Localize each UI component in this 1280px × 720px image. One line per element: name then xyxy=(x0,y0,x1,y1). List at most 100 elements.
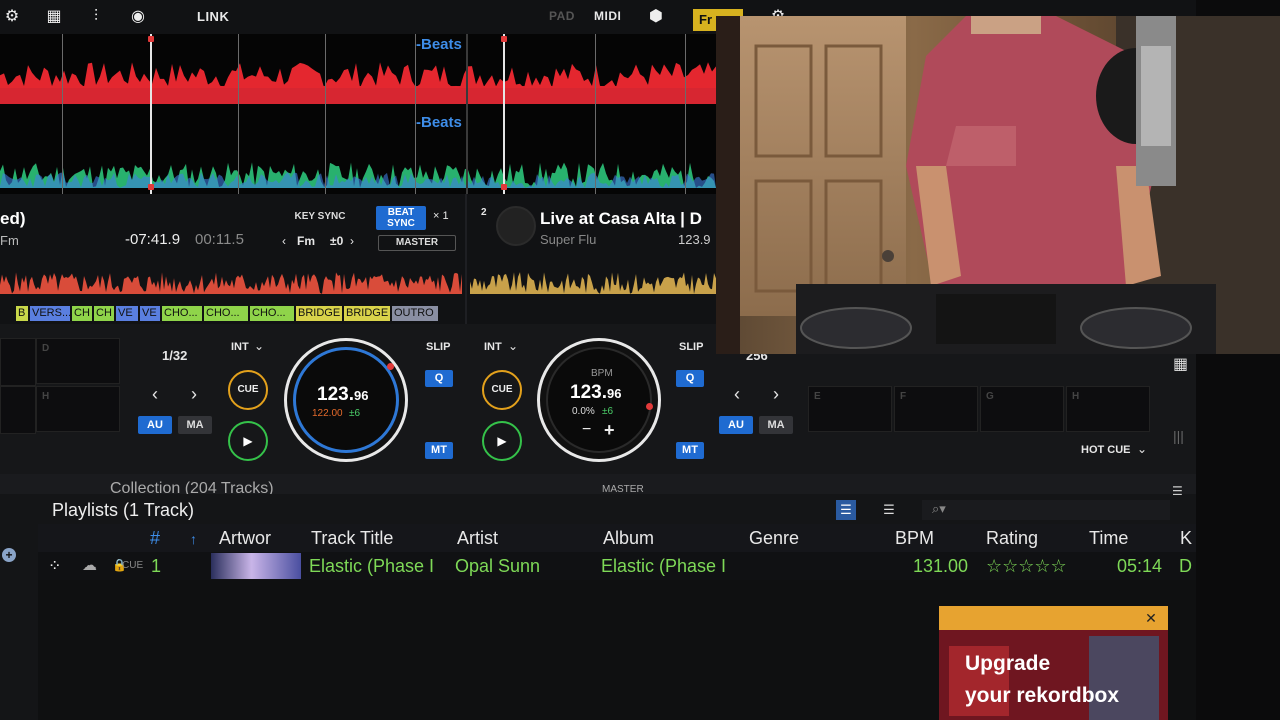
hot-cue-pad-f[interactable]: F xyxy=(894,386,978,432)
waveform-area[interactable]: -Beats -Beats xyxy=(0,34,716,194)
deck1-key: Fm xyxy=(297,234,315,248)
deck1-auto-button[interactable]: AU xyxy=(138,416,172,434)
deck2-cue-button[interactable]: CUE xyxy=(482,370,522,410)
deck2-slip-button[interactable]: SLIP xyxy=(679,341,703,353)
key-prev-button[interactable]: ‹ xyxy=(282,234,286,248)
deck2-number: 2 xyxy=(481,207,487,218)
column-genre[interactable]: Genre xyxy=(749,528,799,549)
mixer-icon[interactable]: ⫶ xyxy=(86,8,106,26)
column-bpm[interactable]: BPM xyxy=(895,528,934,549)
tempo-plus-button[interactable]: + xyxy=(604,420,615,441)
deck2-mt-button[interactable]: MT xyxy=(676,442,704,459)
deck1-key-text: Fm xyxy=(0,233,19,248)
link-button[interactable]: LINK xyxy=(197,9,229,24)
master-button[interactable]: MASTER xyxy=(378,235,456,251)
cue-segment[interactable]: B xyxy=(16,306,28,321)
chevron-down-icon[interactable]: ⌄ xyxy=(508,339,518,353)
jump-forward-button[interactable]: › xyxy=(191,384,197,405)
deck2-jog-wheel[interactable]: BPM 123.96 0.0% ±6 − + xyxy=(537,338,661,462)
cue-segment[interactable]: BRIDGE xyxy=(296,306,342,321)
cue-segment[interactable]: CH xyxy=(94,306,114,321)
deck2-waveform[interactable]: -Beats xyxy=(0,110,716,194)
deck2-bpm-label: BPM xyxy=(591,368,613,379)
master-tab[interactable]: MASTER xyxy=(602,484,644,494)
deck2-master-tempo-button[interactable]: MA xyxy=(759,416,793,434)
cue-segment[interactable]: VERS... xyxy=(30,306,70,321)
deck1-quantize-button[interactable]: Q xyxy=(425,370,453,387)
cue-segment[interactable]: VE xyxy=(140,306,160,321)
deck1-play-button[interactable]: ▶ xyxy=(228,421,268,461)
column-key[interactable]: K xyxy=(1180,528,1192,549)
hot-cue-pad-h[interactable]: H xyxy=(1066,386,1150,432)
cue-segment[interactable]: BRIDGE xyxy=(344,306,390,321)
cue-segment[interactable]: CHO... xyxy=(204,306,248,321)
deck1-slip-button[interactable]: SLIP xyxy=(426,341,450,353)
track-album: Elastic (Phase I xyxy=(601,556,727,576)
column-number[interactable]: # xyxy=(150,528,160,549)
column-track-title[interactable]: Track Title xyxy=(311,528,393,549)
deck1-int-select[interactable]: INT xyxy=(231,341,249,353)
beat-sync-button[interactable]: BEAT SYNC xyxy=(376,206,426,230)
cue-segment[interactable]: CHO... xyxy=(162,306,202,321)
deck1-cue-button[interactable]: CUE xyxy=(228,370,268,410)
deck1-beat-jump[interactable]: 1/32 xyxy=(162,348,187,363)
deck2-int-select[interactable]: INT xyxy=(484,341,502,353)
deck1-mt-button[interactable]: MT xyxy=(425,442,453,459)
track-title: Elastic (Phase I xyxy=(309,556,435,576)
list-view-icon[interactable]: ☰ xyxy=(879,500,899,520)
playlist-title: Playlists (1 Track) xyxy=(52,500,195,520)
add-icon[interactable]: + xyxy=(2,548,16,562)
grid-icon[interactable]: ▦ xyxy=(44,8,64,26)
column-artwork[interactable]: Artwor xyxy=(219,528,271,549)
track-rating[interactable]: ☆☆☆☆☆ xyxy=(986,556,1067,577)
hot-cue-mode-select[interactable]: HOT CUE xyxy=(1081,444,1131,456)
deck2-play-button[interactable]: ▶ xyxy=(482,421,522,461)
jump-forward-button[interactable]: › xyxy=(773,384,779,405)
hot-cue-pad-h[interactable]: H xyxy=(36,386,120,432)
hot-cue-pad[interactable] xyxy=(0,386,36,434)
chevron-down-icon[interactable]: ⌄ xyxy=(254,339,264,353)
collection-tab[interactable]: Collection (204 Tracks) xyxy=(110,480,274,494)
jump-back-button[interactable]: ‹ xyxy=(734,384,740,405)
cue-segment[interactable]: CHO... xyxy=(250,306,294,321)
sync-multiplier[interactable]: × 1 xyxy=(433,210,449,222)
column-album[interactable]: Album xyxy=(603,528,654,549)
close-icon[interactable]: ✕ xyxy=(1143,610,1159,626)
deck1-key-offset: ±0 xyxy=(330,234,344,248)
cue-segment[interactable]: VE xyxy=(116,306,138,321)
detail-view-icon[interactable]: ☰ xyxy=(836,500,856,520)
cue-segment[interactable]: CH xyxy=(72,306,92,321)
hot-cue-pad-d[interactable]: D xyxy=(36,338,120,384)
deck2-overview-waveform[interactable] xyxy=(470,264,716,294)
hot-cue-pad-e[interactable]: E xyxy=(808,386,892,432)
menu-icon[interactable]: ⚙ xyxy=(2,8,22,26)
upgrade-ad-popup[interactable]: ✕ Upgrade your rekordbox xyxy=(939,606,1168,720)
deck1-jog-wheel[interactable]: 123.96 122.00 ±6 xyxy=(284,338,408,462)
midi-button[interactable]: MIDI xyxy=(594,9,621,23)
deck2-auto-button[interactable]: AU xyxy=(719,416,753,434)
key-next-button[interactable]: › xyxy=(350,234,354,248)
deck1-master-tempo-button[interactable]: MA xyxy=(178,416,212,434)
list-view-icon[interactable]: ☰ xyxy=(1172,484,1183,498)
column-time[interactable]: Time xyxy=(1089,528,1128,549)
sort-asc-icon[interactable]: ↑ xyxy=(190,531,197,547)
deck2-quantize-button[interactable]: Q xyxy=(676,370,704,387)
chevron-down-icon[interactable]: ⌄ xyxy=(1137,442,1147,456)
record-icon[interactable]: ◉ xyxy=(128,8,148,26)
cue-segment[interactable]: OUTRO xyxy=(392,306,438,321)
pad-grid-icon[interactable]: ▦ xyxy=(1173,354,1188,374)
column-artist[interactable]: Artist xyxy=(457,528,498,549)
deck2-pitch: 0.0% xyxy=(572,406,595,417)
deck1-overview-waveform[interactable] xyxy=(0,264,462,294)
hot-cue-pad-g[interactable]: G xyxy=(980,386,1064,432)
info-icon[interactable]: ⬢ xyxy=(646,8,666,26)
tempo-minus-button[interactable]: − xyxy=(582,421,591,439)
pad-button[interactable]: PAD xyxy=(549,9,575,23)
column-rating[interactable]: Rating xyxy=(986,528,1038,549)
ad-headline-2: your rekordbox xyxy=(965,684,1120,707)
deck1-waveform[interactable]: -Beats xyxy=(0,34,716,110)
jump-back-button[interactable]: ‹ xyxy=(152,384,158,405)
search-input[interactable]: ⌕▾ xyxy=(922,500,1170,520)
key-sync-button[interactable]: KEY SYNC xyxy=(282,208,358,226)
hot-cue-pad[interactable] xyxy=(0,338,36,386)
